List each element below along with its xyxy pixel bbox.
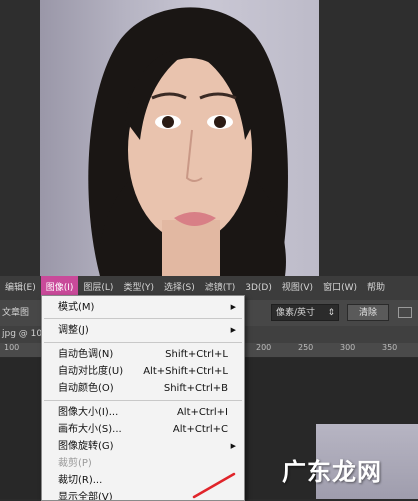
menu-item-shortcut: Shift+Ctrl+L: [165, 349, 228, 360]
menu-edit[interactable]: 编辑(E): [0, 276, 41, 300]
menu-item-image-size[interactable]: 图像大小(I)... Alt+Ctrl+I: [42, 404, 244, 421]
menu-item-mode[interactable]: 模式(M) ▶: [42, 299, 244, 316]
ruler-tick: 100: [4, 343, 20, 352]
menu-item-label: 裁切(R)...: [58, 475, 103, 486]
menu-item-label: 图像旋转(G): [58, 441, 114, 452]
menu-item-label: 自动颜色(O): [58, 383, 114, 394]
menu-item-label: 模式(M): [58, 302, 95, 313]
options-file-label: 文章图: [2, 308, 30, 318]
resolution-unit-select[interactable]: 像素/英寸 ⇕: [271, 304, 339, 321]
menu-item-auto-color[interactable]: 自动颜色(O) Shift+Ctrl+B: [42, 380, 244, 397]
menu-item-shortcut: Alt+Ctrl+C: [172, 424, 228, 435]
ruler-tick: 250: [298, 343, 314, 352]
menu-3d[interactable]: 3D(D): [240, 276, 277, 300]
menu-item-canvas-size[interactable]: 画布大小(S)... Alt+Ctrl+C: [42, 421, 244, 438]
watermark-logo: 广东龙网: [282, 458, 382, 486]
menu-item-label: 调整(J): [58, 325, 89, 336]
menu-separator: [44, 400, 242, 401]
ruler-tick: 200: [256, 343, 272, 352]
ruler-tick: 350: [382, 343, 398, 352]
menu-item-label: 画布大小(S)...: [58, 424, 122, 435]
menu-item-image-rotation[interactable]: 图像旋转(G) ▶: [42, 438, 244, 455]
menu-view[interactable]: 视图(V): [277, 276, 318, 300]
menu-item-shortcut: Shift+Ctrl+B: [163, 383, 228, 394]
document-canvas-top: [0, 0, 418, 276]
menu-item-shortcut: Alt+Ctrl+I: [176, 407, 228, 418]
menu-separator: [44, 318, 242, 319]
crop-tool-icon[interactable]: [398, 307, 412, 318]
menu-item-label: 裁剪(P): [58, 458, 92, 469]
submenu-arrow-icon: ▶: [230, 442, 236, 450]
menu-item-auto-tone[interactable]: 自动色调(N) Shift+Ctrl+L: [42, 346, 244, 363]
portrait-photo: [40, 0, 319, 276]
clear-button[interactable]: 清除: [347, 304, 389, 321]
menu-item-shortcut: Alt+Shift+Ctrl+L: [143, 366, 228, 377]
menu-item-label: 图像大小(I)...: [58, 407, 119, 418]
menu-item-adjustments[interactable]: 调整(J) ▶: [42, 322, 244, 339]
submenu-arrow-icon: ▶: [230, 303, 236, 311]
dropdown-arrow-icon: ⇕: [327, 308, 335, 318]
menu-item-label: 自动对比度(U): [58, 366, 124, 377]
annotation-arrow-line: [192, 472, 236, 499]
submenu-arrow-icon: ▶: [230, 326, 236, 334]
menu-item-auto-contrast[interactable]: 自动对比度(U) Alt+Shift+Ctrl+L: [42, 363, 244, 380]
ruler-tick: 300: [340, 343, 356, 352]
menu-separator: [44, 342, 242, 343]
menu-item-label: 自动色调(N): [58, 349, 114, 360]
menu-help[interactable]: 帮助: [362, 276, 390, 300]
menu-item-label: 显示全部(V): [58, 492, 113, 501]
menu-window[interactable]: 窗口(W): [318, 276, 362, 300]
resolution-unit-value: 像素/英寸: [276, 308, 316, 318]
